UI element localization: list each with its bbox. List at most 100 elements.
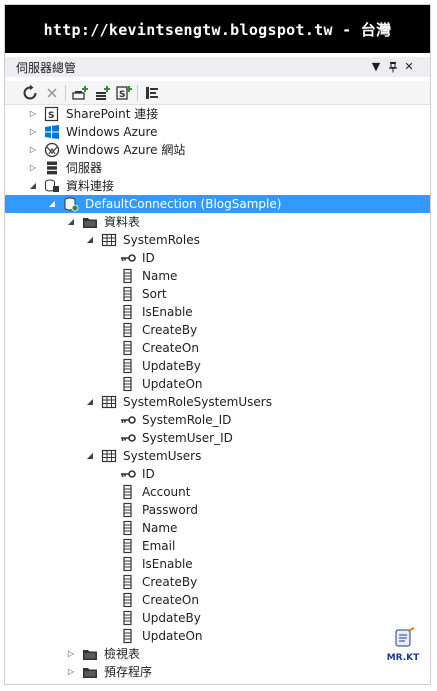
collapsed-triangle-icon[interactable]: ▷ xyxy=(65,663,77,681)
column-icon xyxy=(120,592,136,608)
key-icon xyxy=(120,466,136,482)
expanded-triangle-icon[interactable]: ◢ xyxy=(65,213,77,231)
tree-node-label: Account xyxy=(142,485,191,499)
column-icon xyxy=(120,286,136,302)
tree-node[interactable]: IsEnable xyxy=(5,303,430,321)
tree-node-label: CreateOn xyxy=(142,341,199,355)
collapsed-triangle-icon[interactable]: ▷ xyxy=(27,123,39,141)
column-icon xyxy=(120,340,136,356)
column-icon xyxy=(120,358,136,374)
tree-node[interactable]: ◢ DefaultConnection (BlogSample) xyxy=(5,195,430,213)
banner-text: http://kevintsengtw.blogspot.tw - 台灣 xyxy=(43,20,392,39)
stop-icon[interactable] xyxy=(43,84,61,102)
table-icon xyxy=(101,394,117,410)
column-icon xyxy=(120,376,136,392)
key-icon xyxy=(120,430,136,446)
sharepoint-connection-icon[interactable]: S xyxy=(115,84,133,102)
tree-node[interactable]: UpdateBy xyxy=(5,609,430,627)
column-icon xyxy=(120,628,136,644)
tree-node[interactable]: UpdateOn xyxy=(5,375,430,393)
collapsed-triangle-icon[interactable]: ▷ xyxy=(27,105,39,123)
tree-node[interactable]: ▷ 伺服器 xyxy=(5,159,430,177)
panel-title: 伺服器總管 xyxy=(16,61,77,75)
window-position-dropdown-icon[interactable]: ▼ xyxy=(369,59,383,75)
tree-node-label: 檢視表 xyxy=(104,647,141,661)
tree-node-label: UpdateOn xyxy=(142,377,203,391)
tree-node[interactable]: Email xyxy=(5,537,430,555)
tree-node[interactable]: ◢ 資料表 xyxy=(5,213,430,231)
column-icon xyxy=(120,520,136,536)
tree-node[interactable]: SystemRole_ID xyxy=(5,411,430,429)
tree-node[interactable]: Name xyxy=(5,267,430,285)
tree-node[interactable]: CreateOn xyxy=(5,339,430,357)
properties-icon[interactable] xyxy=(143,84,161,102)
tree-node-label: SystemRoleSystemUsers xyxy=(123,395,272,409)
svg-text:S: S xyxy=(48,111,54,121)
toolbar-separator xyxy=(65,85,66,101)
tree-node[interactable]: IsEnable xyxy=(5,555,430,573)
expanded-triangle-icon[interactable]: ◢ xyxy=(27,177,39,195)
watermark-text: MR.KT xyxy=(386,653,420,663)
tree-node[interactable]: Name xyxy=(5,519,430,537)
screenshot-frame: http://kevintsengtw.blogspot.tw - 台灣 伺服器… xyxy=(4,4,431,685)
tree-node[interactable]: ◢ SystemRoles xyxy=(5,231,430,249)
tree-node[interactable]: CreateBy xyxy=(5,321,430,339)
tree-node[interactable]: ID xyxy=(5,465,430,483)
refresh-icon[interactable] xyxy=(21,84,39,102)
tree-node[interactable]: ▷ Windows Azure xyxy=(5,123,430,141)
database-icon xyxy=(63,196,79,212)
auto-hide-pin-icon[interactable] xyxy=(386,59,400,75)
tree-node-label: 預存程序 xyxy=(104,665,153,679)
expanded-triangle-icon[interactable]: ◢ xyxy=(84,447,96,465)
tree-node[interactable]: Password xyxy=(5,501,430,519)
tree-node[interactable]: Sort xyxy=(5,285,430,303)
tree-node-label: Name xyxy=(142,521,178,535)
tree-node[interactable]: UpdateOn xyxy=(5,627,430,645)
tree-node[interactable]: ▷ Windows Azure 網站 xyxy=(5,141,430,159)
folder-icon xyxy=(82,214,98,230)
tree-node-label: CreateOn xyxy=(142,593,199,607)
server-icon xyxy=(44,160,60,176)
data-connections-icon xyxy=(44,178,60,194)
expanded-triangle-icon[interactable]: ◢ xyxy=(84,231,96,249)
tree-node-label: IsEnable xyxy=(142,305,193,319)
tree-node[interactable]: ID xyxy=(5,249,430,267)
tree-node[interactable]: CreateOn xyxy=(5,591,430,609)
expanded-triangle-icon[interactable]: ◢ xyxy=(46,195,58,213)
table-icon xyxy=(101,448,117,464)
tree-node[interactable]: ◢ SystemRoleSystemUsers xyxy=(5,393,430,411)
tree-node-label: Name xyxy=(142,269,178,283)
tree-node[interactable]: ◢ SystemUsers xyxy=(5,447,430,465)
tree-node-label: Windows Azure 網站 xyxy=(66,143,186,157)
tree-node-label: UpdateBy xyxy=(142,359,201,373)
tree-node[interactable]: ▷ S SharePoint 連接 xyxy=(5,105,430,123)
tree-node[interactable]: UpdateBy xyxy=(5,357,430,375)
collapsed-triangle-icon[interactable]: ▷ xyxy=(27,141,39,159)
tree-node[interactable]: ▷ 檢視表 xyxy=(5,645,430,663)
tree-node-label: Windows Azure xyxy=(66,125,158,139)
collapsed-triangle-icon[interactable]: ▷ xyxy=(27,159,39,177)
collapsed-triangle-icon[interactable]: ▷ xyxy=(65,645,77,663)
sharepoint-icon: S xyxy=(44,106,60,122)
mrkt-watermark-logo: MR.KT xyxy=(381,627,425,679)
column-icon xyxy=(120,268,136,284)
column-icon xyxy=(120,574,136,590)
panel-title-bar: 伺服器總管 ▼ ✕ xyxy=(5,57,430,77)
tree-node[interactable]: CreateBy xyxy=(5,573,430,591)
tree-node[interactable]: Account xyxy=(5,483,430,501)
tree-node[interactable]: ◢ 資料連接 xyxy=(5,177,430,195)
tree-node-label: SystemUser_ID xyxy=(142,431,233,445)
tree-node-label: CreateBy xyxy=(142,575,198,589)
tree-node-label: ID xyxy=(142,467,155,481)
connect-server-icon[interactable] xyxy=(71,84,89,102)
tree-node-label: IsEnable xyxy=(142,557,193,571)
tree-node-label: Password xyxy=(142,503,199,517)
expanded-triangle-icon[interactable]: ◢ xyxy=(84,393,96,411)
add-connection-icon[interactable] xyxy=(93,84,111,102)
column-icon xyxy=(120,484,136,500)
server-explorer-toolbar: S xyxy=(5,81,430,105)
tree-node[interactable]: SystemUser_ID xyxy=(5,429,430,447)
close-icon[interactable]: ✕ xyxy=(402,59,416,75)
column-icon xyxy=(120,304,136,320)
tree-node[interactable]: ▷ 預存程序 xyxy=(5,663,430,681)
